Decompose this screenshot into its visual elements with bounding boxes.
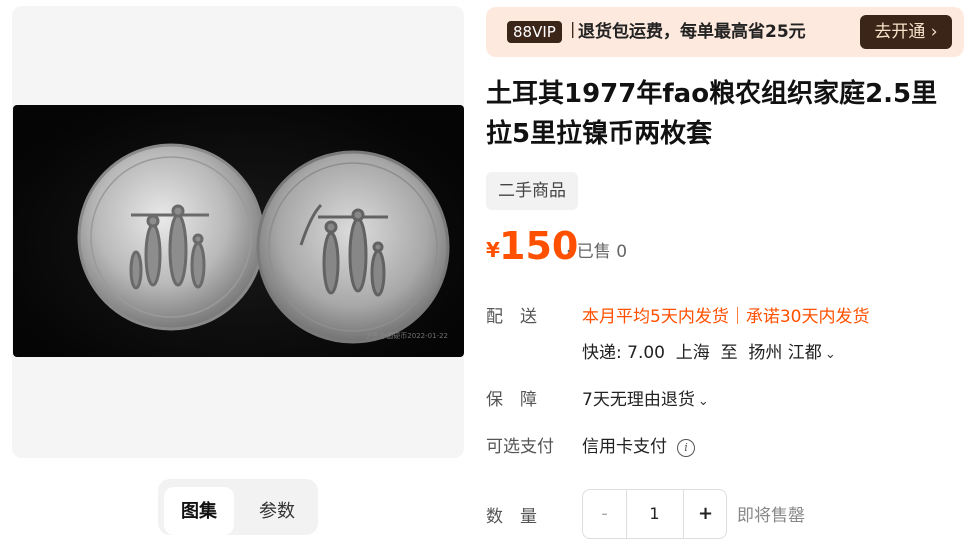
quantity-decrease-button[interactable]: -: [583, 490, 627, 538]
vip-separator: |: [570, 19, 576, 38]
currency-symbol: ¥: [486, 238, 500, 262]
shipping-detail[interactable]: 快递: 7.00 上海 至 扬州 江都 ⌄: [582, 338, 836, 363]
payment-value: 信用卡支付 i: [582, 432, 695, 457]
coin-right: [256, 150, 450, 344]
payment-method: 信用卡支付: [582, 437, 667, 457]
chevron-down-icon: ⌄: [824, 347, 836, 362]
quantity-stepper: - 1 +: [582, 489, 727, 539]
image-gallery: 沪东外国硬币2022-01-22: [12, 6, 464, 458]
quantity-input[interactable]: 1: [627, 490, 682, 538]
product-photo[interactable]: 沪东外国硬币2022-01-22: [13, 105, 464, 357]
quantity-label: 数 量: [486, 507, 537, 527]
photo-watermark: 沪东外国硬币2022-01-22: [365, 332, 448, 340]
coin-left: [77, 143, 265, 331]
vip-banner: 88VIP | 退货包运费，每单最高省25元 去开通 ›: [486, 7, 964, 57]
shipping-promise: 本月平均5天内发货｜承诺30天内发货: [582, 307, 870, 327]
shipping-label: 配 送: [486, 307, 537, 327]
sold-count: · 已售 0: [566, 242, 628, 262]
tab-params[interactable]: 参数: [242, 487, 312, 535]
guarantee-text: 7天无理由退货: [582, 390, 695, 410]
vip-badge: 88VIP: [507, 21, 562, 43]
vip-activate-button[interactable]: 去开通 ›: [860, 15, 952, 49]
stock-note: 即将售罄: [737, 506, 805, 526]
condition-tag: 二手商品: [486, 172, 578, 210]
product-title: 土耳其1977年fao粮农组织家庭2.5里拉5里拉镍币两枚套: [486, 79, 938, 149]
info-icon[interactable]: i: [677, 439, 695, 457]
coins-image: [77, 143, 450, 344]
guarantee-label: 保 障: [486, 390, 537, 410]
quantity-increase-button[interactable]: +: [683, 490, 726, 538]
chevron-down-icon: ⌄: [697, 394, 709, 409]
vip-promo-text: 退货包运费，每单最高省25元: [578, 22, 806, 42]
guarantee-value[interactable]: 7天无理由退货 ⌄: [582, 385, 709, 410]
shipping-detail-text: 快递: 7.00 上海 至 扬州 江都: [582, 343, 822, 363]
payment-label: 可选支付: [486, 437, 554, 457]
gallery-tabs: 图集 参数: [158, 479, 318, 535]
tab-gallery[interactable]: 图集: [164, 487, 234, 535]
